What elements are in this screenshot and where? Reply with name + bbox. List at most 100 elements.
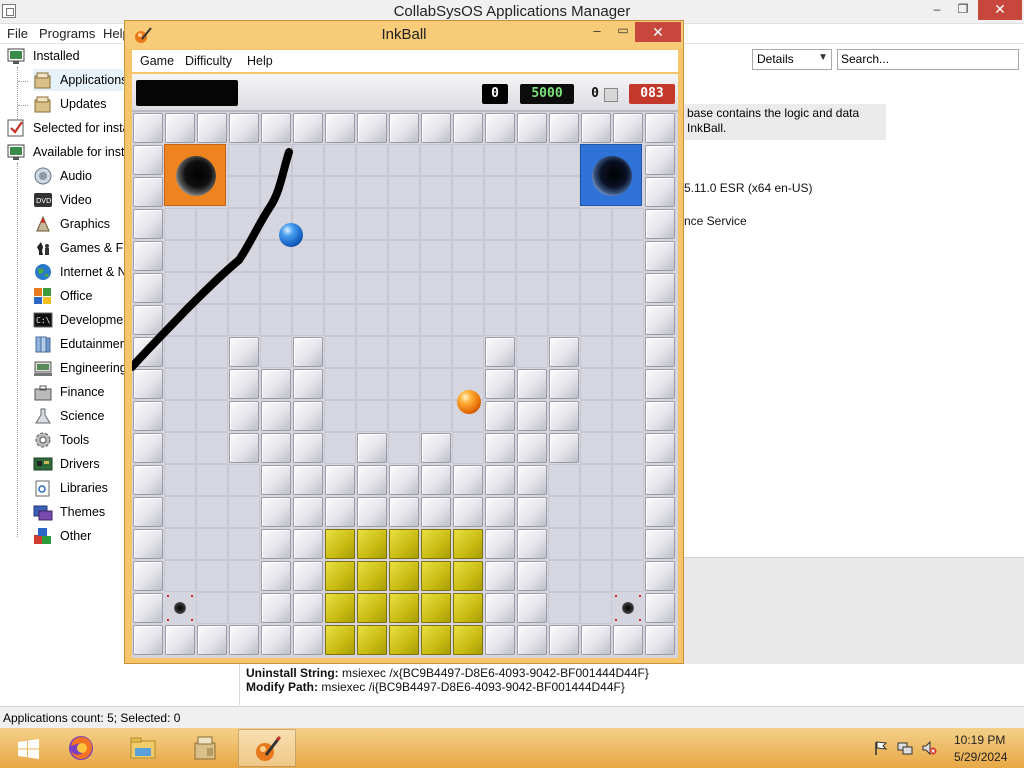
svg-text:DVD: DVD: [36, 197, 51, 205]
inkball-window: InkBall – ▭ ✕ Game Difficulty Help 0 500…: [124, 20, 684, 664]
status-display-panel: [136, 80, 238, 106]
tree-connector: [17, 67, 18, 127]
tree-item-label: Drivers: [60, 457, 100, 471]
modify-label: Modify Path:: [246, 680, 318, 694]
taskbar-inkball[interactable]: [238, 729, 296, 767]
svg-text:C:\: C:\: [36, 316, 51, 325]
library-icon: [33, 479, 53, 497]
monitor-icon: [6, 143, 26, 161]
blue-ball: [279, 223, 303, 247]
package-info-area: Uninstall String: msiexec /x{BC9B4497-D8…: [240, 664, 1024, 705]
inkball-icon: [254, 735, 282, 763]
briefcase-icon: [33, 383, 53, 401]
menu-programs[interactable]: Programs: [39, 26, 95, 41]
status-bar: Applications count: 5; Selected: 0: [0, 706, 1024, 728]
tree-item-label: Science: [60, 409, 105, 423]
themes-icon: [33, 503, 53, 521]
engineering-icon: [33, 359, 53, 377]
tree-item-label: Applications: [60, 73, 128, 87]
tree-item-label: Office: [60, 289, 93, 303]
gear-icon: [33, 431, 53, 449]
service-text: nce Service: [684, 214, 747, 228]
view-mode-select[interactable]: Details ▼: [752, 49, 832, 70]
version-text: 5.11.0 ESR (x64 en-US): [684, 181, 813, 195]
inkball-maximize-button[interactable]: ▭: [610, 23, 636, 41]
tree-item-label: Updates: [60, 97, 107, 111]
tree-item-label: Edutainment: [60, 337, 131, 351]
books-icon: [33, 335, 53, 353]
inkball-titlebar: InkBall – ▭ ✕: [125, 21, 683, 49]
package-icon: [33, 71, 53, 89]
tree-item-label: Other: [60, 529, 92, 543]
tree-item-label: Video: [60, 193, 92, 207]
game-board[interactable]: [132, 112, 678, 658]
search-input[interactable]: Search...: [837, 49, 1019, 70]
monitor-icon: [6, 47, 26, 65]
menu-file[interactable]: File: [7, 26, 28, 41]
globe-icon: [33, 263, 53, 281]
orange-ball: [457, 390, 481, 414]
tree-item-label: Tools: [60, 433, 90, 447]
menu-difficulty[interactable]: Difficulty: [185, 54, 232, 68]
clock-date[interactable]: 5/29/2024: [954, 750, 1007, 764]
tree-connector: [18, 81, 28, 82]
firefox-icon: [67, 734, 95, 762]
tree-item-label: Engineering: [60, 361, 127, 375]
chess-icon: [33, 239, 53, 257]
target-score-display: 5000: [520, 84, 574, 104]
modify-path-row: Modify Path: msiexec /i{BC9B4497-D8E6-40…: [246, 680, 625, 694]
tree-item-applications[interactable]: Applications: [33, 69, 127, 91]
package-manager-icon: [191, 734, 219, 762]
menu-game[interactable]: Game: [140, 54, 174, 68]
uninstall-label: Uninstall String:: [246, 666, 339, 680]
graphics-icon: [33, 215, 53, 233]
maximize-button[interactable]: ❐: [950, 0, 976, 20]
close-button[interactable]: ✕: [978, 0, 1022, 20]
network-icon[interactable]: [897, 740, 913, 756]
description-text-line1: base contains the logic and data: [687, 106, 860, 120]
dvd-icon: DVD: [33, 191, 53, 209]
ink-stroke: [132, 148, 293, 371]
uninstall-value: msiexec /x{BC9B4497-D8E6-4093-9042-BF001…: [342, 666, 649, 680]
speaker-icon: [33, 167, 53, 185]
time-remaining-display: 083: [629, 84, 675, 104]
tree-item-label: Libraries: [60, 481, 108, 495]
balls-lost-counter: 0: [591, 86, 599, 101]
file-explorer-icon: [129, 734, 157, 762]
description-row[interactable]: base contains the logic and data InkBall…: [684, 104, 886, 140]
volume-muted-icon[interactable]: [921, 740, 937, 756]
score-display: 0: [482, 84, 508, 104]
minimize-button[interactable]: –: [922, 0, 952, 20]
modify-value: msiexec /i{BC9B4497-D8E6-4093-9042-BF001…: [321, 680, 625, 694]
tree-item-label: Audio: [60, 169, 92, 183]
description-text-line2: InkBall.: [687, 121, 727, 135]
menu-help[interactable]: Help: [247, 54, 273, 68]
tree-item-label: Development: [60, 313, 134, 327]
inkball-close-button[interactable]: ✕: [635, 22, 681, 42]
inkball-menubar: Game Difficulty Help: [132, 50, 678, 72]
taskbar-file-explorer[interactable]: [114, 729, 172, 767]
flag-icon[interactable]: [873, 740, 889, 756]
checklist-icon: [6, 119, 26, 137]
uninstall-string-row: Uninstall String: msiexec /x{BC9B4497-D8…: [246, 666, 649, 680]
clock-time[interactable]: 10:19 PM: [954, 733, 1005, 747]
window-title: CollabSysOS Applications Manager: [393, 3, 631, 20]
tree-connector: [17, 163, 18, 537]
office-icon: [33, 287, 53, 305]
terminal-icon: C:\: [33, 311, 53, 329]
taskbar-app-manager[interactable]: [176, 729, 234, 767]
start-button[interactable]: [6, 734, 50, 764]
science-icon: [33, 407, 53, 425]
tree-item-label: Graphics: [60, 217, 111, 231]
tree-item-label: Themes: [60, 505, 106, 519]
tree-item-label: Finance: [60, 385, 105, 399]
taskbar: 10:19 PM 5/29/2024: [0, 728, 1024, 768]
package-icon: [33, 95, 53, 113]
ball-indicator-icon: [604, 88, 618, 102]
taskbar-firefox[interactable]: [52, 729, 110, 767]
board-icon: [33, 455, 53, 473]
tree-connector: [18, 105, 28, 106]
windows-logo-icon: [18, 739, 39, 759]
inkball-minimize-button[interactable]: –: [583, 23, 611, 41]
tree-item-label: Installed: [33, 49, 80, 63]
